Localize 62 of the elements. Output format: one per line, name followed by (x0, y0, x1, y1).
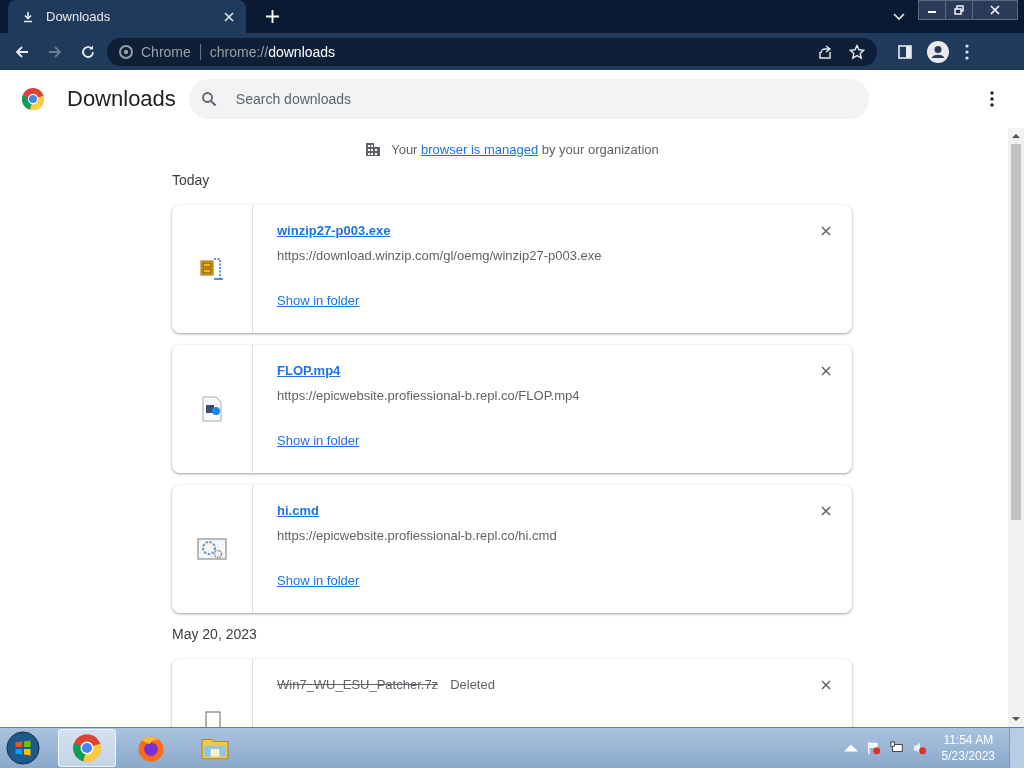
download-status: Deleted (450, 677, 495, 692)
menu-icon[interactable] (965, 43, 969, 60)
remove-icon[interactable] (821, 506, 831, 516)
remove-icon[interactable] (821, 226, 831, 236)
plus-icon[interactable] (266, 10, 279, 23)
archive-file-icon (198, 255, 226, 283)
show-in-folder-link[interactable]: Show in folder (277, 293, 360, 308)
search-icon (200, 91, 217, 107)
scroll-up-icon[interactable] (1012, 133, 1020, 139)
page-title: Downloads (67, 86, 176, 112)
tab-title: Downloads (46, 9, 112, 24)
address-bar[interactable]: Chrome chrome://downloads (107, 37, 877, 66)
restore-icon (954, 5, 964, 15)
browser-tab[interactable]: Downloads (8, 0, 246, 33)
star-icon[interactable] (849, 43, 865, 60)
scroll-down-icon[interactable] (1012, 716, 1020, 722)
clock-date: 5/23/2023 (941, 748, 995, 764)
settings-file-icon (196, 535, 228, 563)
chrome-icon (119, 44, 133, 59)
file-name[interactable]: hi.cmd (277, 503, 319, 518)
taskbar-app-button[interactable] (58, 729, 116, 767)
close-icon[interactable] (224, 11, 234, 22)
source-url: https://epicwebsite.profiessional-b.repl.co/hi.cmd (277, 528, 557, 543)
site-label: Chrome (141, 43, 191, 60)
search-bar[interactable]: Search downloads (188, 79, 869, 119)
download-icon (22, 10, 34, 23)
chrome-logo-icon (21, 87, 45, 111)
building-icon (365, 141, 382, 157)
chrome-icon (72, 733, 102, 763)
address-text: chrome://downloads (209, 43, 336, 60)
profile-icon[interactable] (927, 40, 949, 63)
restore-button[interactable] (945, 0, 973, 20)
flag-error-icon[interactable] (866, 741, 881, 755)
network-icon[interactable] (889, 741, 904, 755)
close-button[interactable] (972, 0, 1018, 20)
side-panel-icon[interactable] (897, 43, 913, 60)
show-in-folder-link[interactable]: Show in folder (277, 433, 360, 448)
date-heading: Today (172, 172, 211, 188)
date-heading: May 20, 2023 (172, 626, 258, 642)
managed-link[interactable]: browser is managed (421, 141, 539, 157)
chevron-down-icon[interactable] (893, 13, 905, 21)
remove-icon[interactable] (821, 366, 831, 376)
reload-icon[interactable] (80, 43, 96, 60)
remove-icon[interactable] (821, 680, 831, 690)
close-icon (990, 5, 1000, 15)
clock-time: 11:54 AM (943, 732, 994, 748)
file-name[interactable]: winzip27-p003.exe (277, 223, 391, 238)
minimize-button[interactable] (918, 0, 946, 20)
more-options-icon[interactable] (990, 91, 994, 107)
volume-muted-icon[interactable] (912, 741, 927, 755)
share-icon[interactable] (817, 43, 833, 60)
forward-icon[interactable] (47, 43, 63, 60)
managed-notice: Your browser is managed by your organization (391, 141, 659, 157)
source-url: https://download.winzip.com/gl/oemg/winzip27-p003.exe (277, 248, 602, 263)
show-in-folder-link[interactable]: Show in folder (277, 573, 360, 588)
file-name[interactable]: Win7_WU_ESU_Patcher.7z (277, 677, 439, 692)
file-name[interactable]: FLOP.mp4 (277, 363, 341, 378)
scrollbar[interactable] (1008, 128, 1024, 727)
back-icon[interactable] (14, 43, 30, 60)
source-url: https://epicwebsite.profiessional-b.repl.co/FLOP.mp4 (277, 388, 580, 403)
start-button[interactable] (6, 731, 40, 765)
search-input[interactable]: Search downloads (233, 90, 869, 108)
